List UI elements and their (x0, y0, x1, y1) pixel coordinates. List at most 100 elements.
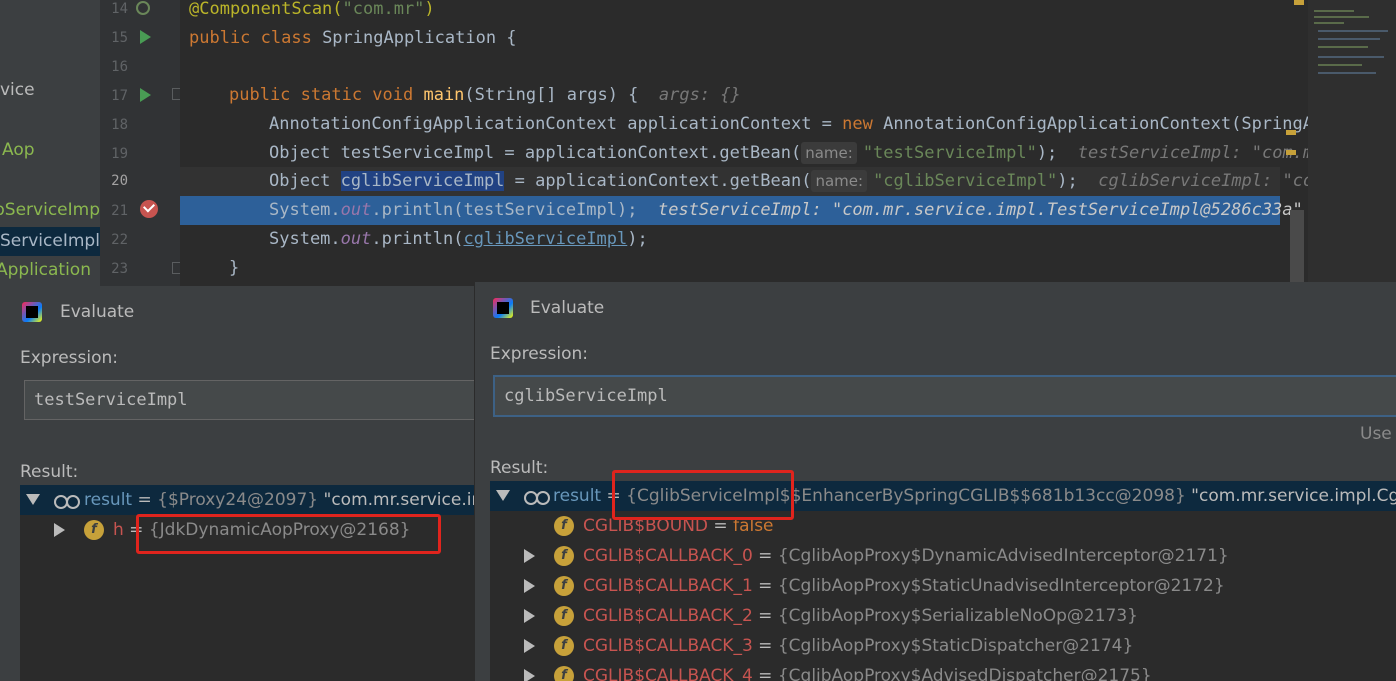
intellij-logo-icon (22, 302, 42, 322)
code-text: Object testServiceImpl = applicationCont… (269, 143, 802, 163)
field-icon: f (554, 576, 574, 596)
expand-arrow-icon[interactable] (524, 609, 535, 623)
var-name: h (113, 520, 124, 540)
equals: = (752, 576, 778, 596)
tree-row-result[interactable]: result = {$Proxy24@2097} "com.mr.service… (20, 485, 474, 515)
result-label: Result: (20, 462, 79, 482)
intellij-logo-icon (493, 298, 513, 318)
minimap-line (1314, 16, 1369, 18)
annotation-highlight-box (136, 514, 441, 554)
var-value: {CglibAopProxy$StaticUnadvisedIntercepto… (777, 576, 1225, 596)
var-name: result (553, 486, 602, 506)
expression-input[interactable]: testServiceImpl (24, 380, 474, 420)
tree-row[interactable]: f CGLIB$CALLBACK_4 = {CglibAopProxy$Advi… (490, 661, 1396, 681)
debug-inline-value: testServiceImpl: "com.mr.service.impl.Te… (657, 200, 1303, 220)
expression-input[interactable]: cglibServiceImpl (493, 375, 1396, 417)
string-literal: "cglibServiceImpl" (873, 171, 1058, 191)
expand-arrow-icon[interactable] (54, 523, 65, 537)
tree-row[interactable]: f CGLIB$CALLBACK_0 = {CglibAopProxy$Dyna… (490, 541, 1396, 571)
annotation-close: ) (424, 0, 435, 19)
code-text: System. (269, 200, 341, 220)
method-name: main (423, 85, 465, 105)
expand-arrow-icon[interactable] (496, 490, 510, 501)
field-icon: f (84, 520, 104, 540)
code-editor[interactable]: @ComponentScan("com.mr") public class Sp… (180, 0, 1308, 286)
run-gutter-icon[interactable] (140, 88, 151, 102)
var-name: CGLIB$CALLBACK_4 (583, 666, 753, 681)
expand-arrow-icon[interactable] (524, 669, 535, 681)
code-text: ); (1036, 143, 1058, 163)
evaluate-dialog-left: Evaluate Expression: testServiceImpl Res… (0, 286, 474, 681)
dialog-title: Evaluate (530, 298, 605, 318)
minimap-line (1318, 64, 1362, 66)
annotation: @ComponentScan( (189, 0, 343, 19)
debug-inline-value: testServiceImpl: "com.mr (1077, 143, 1308, 163)
watch-glasses-icon (524, 490, 550, 505)
dialog-title: Evaluate (60, 302, 135, 322)
minimap-line (1314, 22, 1344, 24)
selected-identifier[interactable]: cglibServiceImpl (340, 171, 505, 191)
evaluate-dialog-right: Evaluate Expression: cglibServiceImpl Us… (474, 282, 1396, 681)
code-text: ); (627, 229, 648, 249)
expand-arrow-icon[interactable] (524, 549, 535, 563)
debug-inline-value: args: {} (658, 85, 741, 105)
expand-arrow-icon[interactable] (524, 579, 535, 593)
code-line: System.out.println(cglibServiceImpl); (269, 225, 648, 254)
code-text: AnnotationConfigApplicationContext(Sprin… (883, 114, 1308, 134)
sidebar-item[interactable]: Aop (2, 136, 35, 165)
var-value: {CglibAopProxy$SerializableNoOp@2173} (777, 606, 1138, 626)
keyword: new (842, 114, 884, 134)
minimap-line (1318, 38, 1380, 40)
line-number: 21 (111, 203, 128, 219)
code-text: (String[] args) { (464, 85, 659, 105)
editor-scrollbar[interactable] (1290, 210, 1304, 286)
var-value: {CglibAopProxy$AdvisedDispatcher@2175} (777, 666, 1152, 681)
project-sidebar: vice Aop bServiceImp ServiceImpl Applica… (0, 0, 100, 286)
var-name: result (84, 490, 133, 510)
minimap-line (1318, 56, 1384, 58)
parameter-hint: name: (811, 170, 868, 192)
sidebar-item-selected[interactable]: ServiceImpl (0, 227, 100, 256)
expand-arrow-icon[interactable] (524, 639, 535, 653)
field-icon: f (554, 516, 574, 536)
debug-inline-value: cglibServiceImpl: "com (1098, 171, 1308, 191)
use-link[interactable]: Use (1360, 424, 1392, 444)
code-minimap[interactable] (1286, 0, 1396, 286)
tree-row[interactable]: f CGLIB$CALLBACK_1 = {CglibAopProxy$Stat… (490, 571, 1396, 601)
run-gutter-icon[interactable] (140, 30, 151, 44)
equals: = (132, 490, 158, 510)
identifier-link[interactable]: cglibServiceImpl (464, 229, 628, 249)
code-line: Object cglibServiceImpl = applicationCon… (269, 167, 1308, 196)
line-number: 19 (111, 146, 128, 162)
sidebar-item[interactable]: vice (0, 76, 35, 105)
code-line: System.out.println(testServiceImpl); tes… (269, 196, 1303, 225)
minimap-line (1314, 10, 1354, 12)
expression-label: Expression: (20, 348, 119, 368)
var-value: {$Proxy24@2097} (157, 490, 319, 510)
breakpoint-icon[interactable] (140, 200, 158, 218)
marker-icon (1286, 150, 1296, 155)
equals: = (752, 666, 778, 681)
var-name: CGLIB$CALLBACK_1 (583, 576, 753, 596)
code-text: = applicationContext.getBean( (504, 171, 812, 191)
tree-row[interactable]: f CGLIB$CALLBACK_2 = {CglibAopProxy$Seri… (490, 601, 1396, 631)
expression-label: Expression: (490, 344, 589, 364)
expand-arrow-icon[interactable] (26, 494, 40, 505)
static-field: out (340, 229, 372, 249)
annotation-highlight-box (612, 470, 794, 520)
result-label: Result: (490, 458, 549, 478)
code-line: } (229, 258, 240, 278)
keyword: public class (189, 28, 323, 48)
sidebar-item[interactable]: bServiceImp (0, 196, 100, 225)
static-field: out (340, 200, 372, 220)
sidebar-item[interactable]: Application (0, 256, 91, 285)
code-text: .println(testServiceImpl); (371, 200, 638, 220)
code-line: public static void main(String[] args) {… (229, 81, 741, 110)
line-number: 22 (111, 232, 128, 248)
bean-icon[interactable] (136, 1, 150, 15)
code-line: @ComponentScan("com.mr") (189, 0, 435, 24)
tree-row[interactable]: f CGLIB$CALLBACK_3 = {CglibAopProxy$Stat… (490, 631, 1396, 661)
field-icon: f (554, 546, 574, 566)
minimap-line (1318, 30, 1388, 32)
var-name: CGLIB$CALLBACK_2 (583, 606, 753, 626)
